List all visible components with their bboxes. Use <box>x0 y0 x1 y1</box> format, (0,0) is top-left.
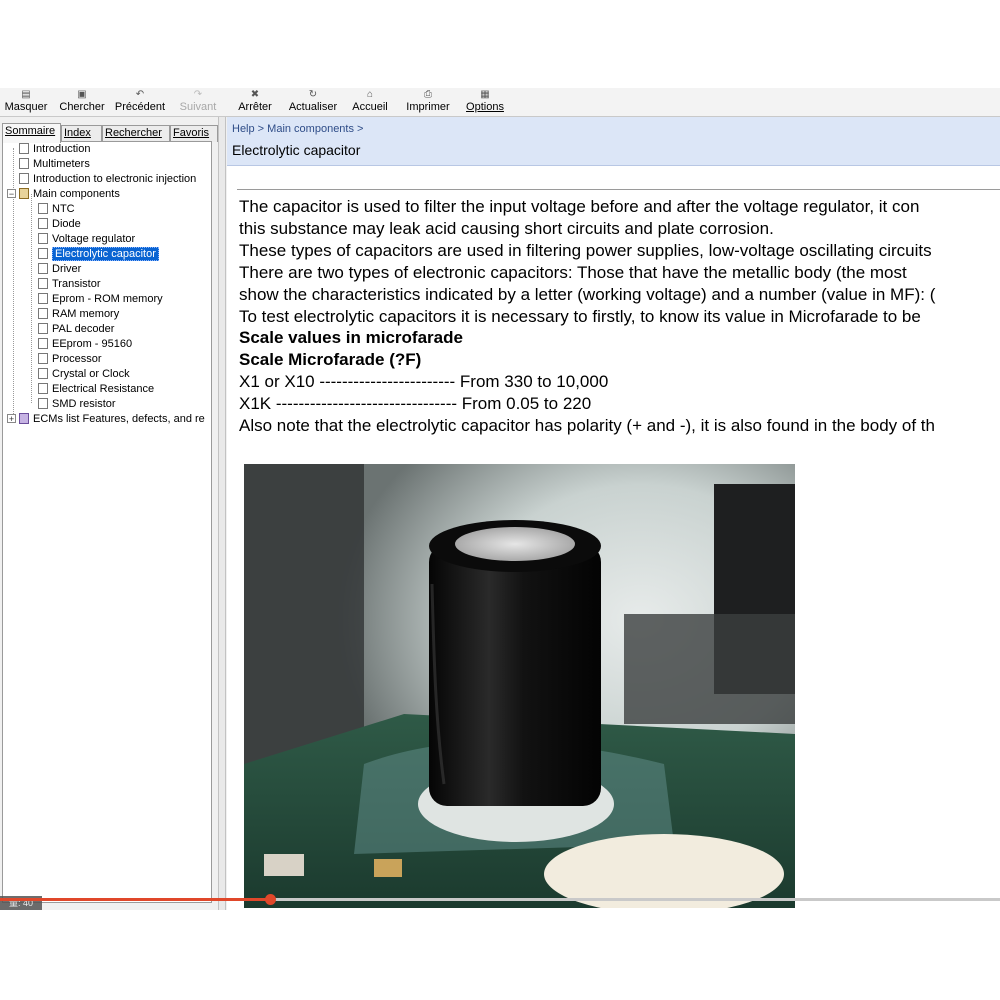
tree-item-eeprom-95160[interactable]: EEprom - 95160 <box>38 337 132 352</box>
collapse-toggle[interactable]: − <box>7 188 16 198</box>
tree-item-electrical-resistance[interactable]: Electrical Resistance <box>38 382 154 397</box>
hide-button[interactable]: ▤ Masquer <box>2 88 50 116</box>
back-arrow-icon: ↶ <box>135 89 145 100</box>
scale-row: X1K -------------------------------- Fro… <box>239 394 592 414</box>
tab-favoris[interactable]: Favoris <box>170 125 218 142</box>
printer-icon: ⎙ <box>424 89 432 100</box>
scale-row: X1 or X10 ------------------------ From … <box>239 372 609 392</box>
home-icon: ⌂ <box>366 89 374 100</box>
video-progress-bar[interactable] <box>0 894 1000 905</box>
page-icon <box>38 322 48 334</box>
page-icon <box>38 397 48 409</box>
tab-sommaire[interactable]: Sommaire <box>2 123 61 143</box>
options-icon: ▦ <box>480 89 490 100</box>
page-icon <box>38 307 48 319</box>
paragraph: show the characteristics indicated by a … <box>239 284 936 304</box>
breadcrumb[interactable]: Help > Main components > <box>232 123 363 135</box>
divider <box>237 189 1000 190</box>
locate-icon: ▣ <box>77 89 87 100</box>
video-progress-fill <box>0 898 270 901</box>
page-icon <box>19 172 29 184</box>
page-icon <box>38 217 48 229</box>
capacitor-photo-graphic <box>244 464 795 908</box>
contents-tree[interactable]: Introduction Multimeters Introduction to… <box>2 141 212 903</box>
paragraph: To test electrolytic capacitors it is ne… <box>239 306 921 326</box>
stop-button[interactable]: ✖ Arrêter <box>234 88 276 116</box>
section-heading: Scale values in microfarade <box>239 328 463 348</box>
tree-item-pal-decoder[interactable]: PAL decoder <box>38 322 114 337</box>
page-icon <box>38 367 48 379</box>
page-title: Electrolytic capacitor <box>232 142 361 158</box>
page-icon <box>38 247 48 259</box>
stop-icon: ✖ <box>250 89 260 100</box>
tree-item-ecms-list[interactable]: + ECMs list Features, defects, and re <box>7 412 205 427</box>
tree-item-transistor[interactable]: Transistor <box>38 277 101 292</box>
tree-item-voltage-regulator[interactable]: Voltage regulator <box>38 232 135 247</box>
tree-item-processor[interactable]: Processor <box>38 352 102 367</box>
forward-button[interactable]: ↷ Suivant <box>176 88 220 116</box>
page-icon <box>38 292 48 304</box>
paragraph: Also note that the electrolytic capacito… <box>239 416 935 436</box>
page-icon <box>19 142 29 154</box>
section-heading: Scale Microfarade (?F) <box>239 350 422 370</box>
tree-item-diode[interactable]: Diode <box>38 217 81 232</box>
paragraph: There are two types of electronic capaci… <box>239 262 907 282</box>
page-icon <box>38 382 48 394</box>
tree-item-introduction[interactable]: Introduction <box>19 142 90 157</box>
expand-toggle[interactable]: + <box>7 413 16 423</box>
closed-book-icon <box>19 412 29 424</box>
back-button[interactable]: ↶ Précédent <box>112 88 168 116</box>
page-icon <box>38 277 48 289</box>
navigation-tabs: Sommaire Index Rechercher Favoris <box>2 123 218 143</box>
tree-item-multimeters[interactable]: Multimeters <box>19 157 90 172</box>
page-icon <box>38 337 48 349</box>
paragraph: The capacitor is used to filter the inpu… <box>239 197 920 216</box>
tree-item-driver[interactable]: Driver <box>38 262 81 277</box>
refresh-icon: ↻ <box>308 89 318 100</box>
video-progress-handle[interactable] <box>265 894 276 905</box>
tree-item-electrolytic-capacitor[interactable]: Electrolytic capacitor <box>38 247 159 262</box>
page-icon <box>38 262 48 274</box>
page-icon <box>38 352 48 364</box>
tree-item-smd-resistor[interactable]: SMD resistor <box>38 397 116 412</box>
locate-button[interactable]: ▣ Chercher <box>58 88 106 116</box>
open-book-icon <box>19 187 29 199</box>
page-icon <box>19 157 29 169</box>
print-button[interactable]: ⎙ Imprimer <box>402 88 454 116</box>
tree-connector <box>31 194 32 403</box>
page-icon <box>38 232 48 244</box>
paragraph: These types of capacitors are used in fi… <box>239 240 932 260</box>
refresh-button[interactable]: ↻ Actualiser <box>286 88 340 116</box>
tree-item-main-components[interactable]: − Main components <box>7 187 120 202</box>
tab-index[interactable]: Index <box>61 125 102 142</box>
hide-pane-icon: ▤ <box>21 89 31 100</box>
topic-content: Help > Main components > Electrolytic ca… <box>227 117 1000 910</box>
options-button[interactable]: ▦ Options <box>462 88 508 116</box>
tree-item-ram-memory[interactable]: RAM memory <box>38 307 119 322</box>
tree-item-intro-electronic-injection[interactable]: Introduction to electronic injection <box>19 172 196 187</box>
page-icon <box>38 202 48 214</box>
article-body: The capacitor is used to filter the inpu… <box>239 196 1000 437</box>
tree-item-ntc[interactable]: NTC <box>38 202 75 217</box>
help-viewer-window: ▤ Masquer ▣ Chercher ↶ Précédent ↷ Suiva… <box>0 88 1000 910</box>
tab-rechercher[interactable]: Rechercher <box>102 125 170 142</box>
home-button[interactable]: ⌂ Accueil <box>348 88 392 116</box>
navigation-pane: Sommaire Index Rechercher Favoris Introd… <box>0 117 218 910</box>
topic-header: Help > Main components > Electrolytic ca… <box>227 117 1000 166</box>
toolbar: ▤ Masquer ▣ Chercher ↶ Précédent ↷ Suiva… <box>0 88 1000 117</box>
tree-item-eprom-rom-memory[interactable]: Eprom - ROM memory <box>38 292 163 307</box>
pane-splitter[interactable] <box>218 117 226 910</box>
forward-arrow-icon: ↷ <box>193 89 203 100</box>
tree-item-crystal-or-clock[interactable]: Crystal or Clock <box>38 367 130 382</box>
paragraph: this substance may leak acid causing sho… <box>239 218 774 238</box>
capacitor-photo <box>244 464 795 908</box>
